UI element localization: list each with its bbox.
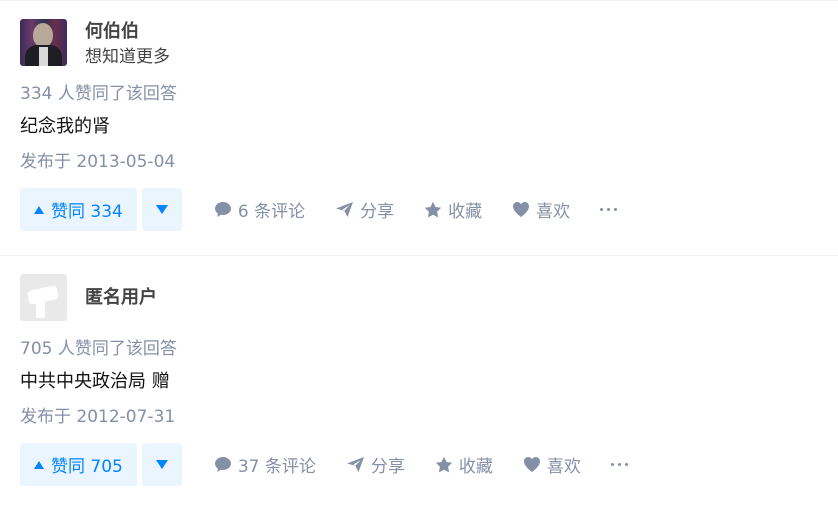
comment-button[interactable]: 6 条评论 [214, 197, 305, 222]
star-icon [424, 201, 442, 218]
vote-up-icon [34, 205, 44, 214]
vote-up-button[interactable]: 赞同 705 [20, 443, 137, 486]
author-info: 匿名用户 [20, 274, 838, 328]
answer-item: 匿名用户 705 人赞同了该回答 中共中央政治局 赠 发布于 2012-07-3… [0, 255, 838, 512]
comment-icon [214, 202, 231, 217]
vote-up-icon [34, 460, 44, 469]
comment-icon [214, 457, 231, 472]
share-button[interactable]: 分享 [335, 197, 394, 222]
like-label: 喜欢 [536, 202, 571, 222]
favorite-button[interactable]: 收藏 [424, 197, 482, 222]
author-headline: 想知道更多 [85, 47, 170, 67]
star-icon [435, 456, 453, 473]
vote-down-icon [155, 460, 168, 469]
heart-icon [513, 202, 530, 217]
share-button[interactable]: 分享 [346, 452, 405, 477]
vote-up-button[interactable]: 赞同 334 [20, 188, 137, 231]
share-icon [346, 457, 364, 472]
more-icon [610, 463, 614, 466]
favorite-label: 收藏 [458, 457, 493, 477]
author-name[interactable]: 何伯伯 [85, 21, 170, 43]
like-button[interactable]: 喜欢 [523, 452, 581, 477]
heart-icon [523, 457, 540, 472]
author-name: 匿名用户 [85, 287, 157, 308]
answer-list: 何伯伯 想知道更多 334 人赞同了该回答 纪念我的肾 发布于 2013-05-… [0, 0, 838, 514]
vote-count-text: 705 人赞同了该回答 [20, 339, 177, 359]
vote-up-label: 赞同 705 [51, 457, 123, 477]
more-button[interactable] [610, 463, 632, 466]
answer-content: 纪念我的肾 [20, 116, 110, 137]
answer-item: 何伯伯 想知道更多 334 人赞同了该回答 纪念我的肾 发布于 2013-05-… [0, 0, 838, 255]
avatar[interactable] [20, 19, 67, 66]
vote-count-text: 334 人赞同了该回答 [20, 84, 177, 104]
publish-date[interactable]: 发布于 2012-07-31 [20, 405, 838, 429]
favorite-label: 收藏 [448, 202, 483, 222]
vote-down-icon [155, 205, 168, 214]
vote-up-label: 赞同 334 [51, 202, 123, 222]
comment-label: 6 条评论 [237, 202, 306, 222]
comment-button[interactable]: 37 条评论 [214, 452, 316, 477]
vote-down-button[interactable] [141, 443, 182, 486]
comment-label: 37 条评论 [237, 457, 316, 477]
publish-date[interactable]: 发布于 2013-05-04 [20, 150, 838, 174]
favorite-button[interactable]: 收藏 [435, 452, 493, 477]
like-button[interactable]: 喜欢 [512, 197, 570, 222]
action-bar: 赞同 705 37 条评论 分享 收藏 喜欢 [20, 443, 838, 486]
more-button[interactable] [600, 208, 621, 211]
share-icon [336, 202, 354, 217]
action-bar: 赞同 334 6 条评论 分享 收藏 喜欢 [20, 188, 838, 231]
share-label: 分享 [360, 202, 395, 222]
vote-down-button[interactable] [141, 188, 182, 231]
more-icon [600, 208, 604, 211]
answer-content: 中共中央政治局 赠 [20, 371, 170, 392]
avatar [20, 274, 67, 321]
share-label: 分享 [370, 457, 405, 477]
author-info: 何伯伯 想知道更多 [20, 19, 838, 73]
like-label: 喜欢 [546, 457, 581, 477]
